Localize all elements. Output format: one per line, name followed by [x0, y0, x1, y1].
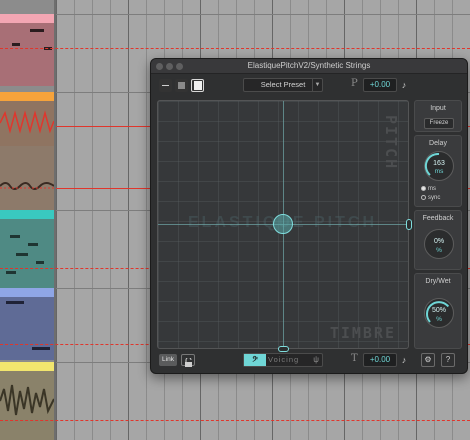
voicing-label: Voicing: [268, 355, 300, 364]
dry-wet-knob[interactable]: 50% %: [424, 298, 454, 328]
window-title: ElastiquePitchV2/Synthetic Strings: [247, 61, 371, 70]
help-button[interactable]: ?: [441, 353, 455, 367]
automation-line: [0, 420, 470, 421]
feedback-title: Feedback: [422, 215, 454, 222]
delay-value: 163: [433, 160, 445, 167]
feedback-unit: %: [436, 247, 442, 254]
voicing-selector[interactable]: 𝄢 Voicing ψ: [243, 353, 323, 367]
dry-wet-title: Dry/Wet: [425, 278, 451, 285]
track-divider: [56, 14, 470, 15]
help-icon: ?: [445, 355, 451, 364]
feedback-value: 0%: [433, 238, 445, 245]
dry-wet-unit: %: [436, 316, 442, 323]
note-icon: ♪: [401, 80, 407, 90]
pitch-value: +0.00: [369, 80, 391, 89]
dry-wet-section: Dry/Wet 50% %: [414, 273, 462, 349]
transpose-value-field[interactable]: +0.00: [363, 353, 397, 367]
plugin-bottom-bar: Link 𝄢 Voicing ψ T +0.00 ♪ ⚙ ?: [151, 351, 467, 373]
xy-pad[interactable]: ELASTIQUE PITCH PITCH TIMBRE: [157, 100, 412, 352]
lock-button[interactable]: [181, 354, 195, 367]
view-compact-icon: [162, 85, 169, 86]
delay-section: Delay 163 ms ms sync: [414, 135, 462, 207]
radio-empty-icon: [421, 195, 426, 200]
preset-label: Select Preset: [260, 80, 306, 89]
preset-dropdown[interactable]: Select Preset ▼: [243, 78, 323, 92]
side-panel: Input Freeze Delay 163 ms ms sync Feedba…: [414, 100, 462, 349]
automation-line: [0, 48, 470, 49]
tuning-fork-icon: ψ: [313, 355, 319, 364]
bass-clef-icon: 𝄢: [244, 354, 266, 366]
pad-puck[interactable]: [273, 214, 293, 234]
radio-selected-icon: [421, 186, 426, 191]
clip-teal[interactable]: [0, 210, 54, 288]
feedback-section: Feedback 0% %: [414, 210, 462, 270]
title-bar[interactable]: ElastiquePitchV2/Synthetic Strings: [151, 59, 467, 74]
transpose-note-button[interactable]: ♪: [399, 353, 409, 367]
pad-pitch-axis-label: PITCH: [382, 115, 400, 171]
view-medium-button[interactable]: [175, 79, 188, 92]
input-section: Input Freeze: [414, 100, 462, 132]
clip-blue[interactable]: [0, 288, 54, 360]
delay-unit: ms: [434, 168, 444, 175]
clip-strip: [0, 0, 56, 440]
view-large-button[interactable]: [191, 79, 204, 92]
gear-icon: ⚙: [424, 355, 432, 364]
view-medium-icon: [178, 82, 185, 89]
dry-wet-value: 50%: [431, 307, 446, 314]
feedback-knob[interactable]: 0% %: [424, 229, 454, 259]
clip-yellow[interactable]: [0, 362, 55, 440]
delay-title: Delay: [429, 140, 447, 147]
pitch-value-field[interactable]: +0.00: [363, 78, 397, 92]
clip-orange[interactable]: [0, 92, 55, 146]
dropdown-arrow-icon: ▼: [312, 79, 322, 91]
link-button[interactable]: Link: [159, 354, 177, 366]
settings-button[interactable]: ⚙: [421, 353, 435, 367]
transpose-t-icon: T: [351, 353, 358, 364]
lock-icon: [185, 357, 192, 367]
clip-brown[interactable]: [0, 146, 55, 210]
freeze-button[interactable]: Freeze: [424, 118, 454, 129]
pitch-p-icon: P: [351, 78, 358, 89]
input-title: Input: [430, 105, 446, 112]
note-icon: ♪: [401, 355, 407, 365]
delay-mode-sync[interactable]: sync: [421, 195, 440, 203]
elastique-pitch-window: ElastiquePitchV2/Synthetic Strings Selec…: [150, 58, 468, 374]
clip-pink[interactable]: [0, 14, 54, 86]
view-large-icon: [193, 81, 202, 90]
pitch-note-button[interactable]: ♪: [399, 78, 409, 92]
waveform-icon: [0, 182, 55, 190]
pad-timbre-axis-label: TIMBRE: [329, 324, 396, 342]
view-compact-button[interactable]: [159, 79, 172, 92]
delay-mode-ms[interactable]: ms: [421, 186, 436, 194]
delay-knob[interactable]: 163 ms: [424, 151, 454, 181]
plugin-toolbar: Select Preset ▼ P +0.00 ♪: [151, 75, 467, 97]
waveform-icon: [0, 384, 55, 416]
pitch-range-handle[interactable]: [406, 219, 412, 230]
waveform-icon: [0, 110, 55, 134]
transpose-value: +0.00: [369, 355, 391, 364]
